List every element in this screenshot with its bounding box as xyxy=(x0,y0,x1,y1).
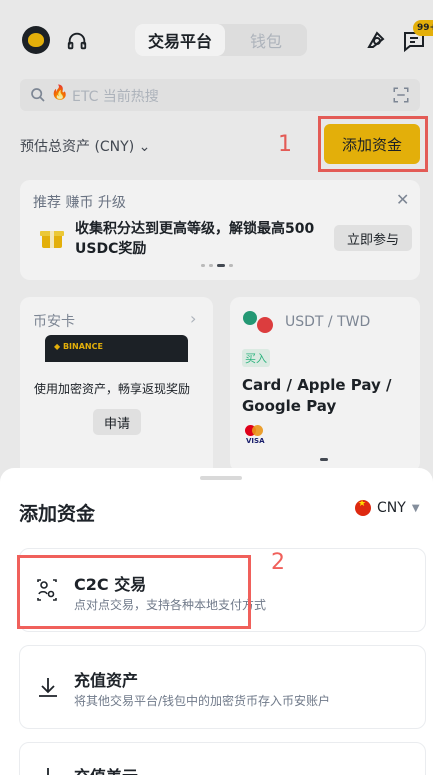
caret-down-icon: ▼ xyxy=(411,502,420,514)
sheet-drag-handle[interactable] xyxy=(200,476,242,480)
download-icon xyxy=(47,768,49,775)
annotation-box-2 xyxy=(17,555,251,629)
china-flag-icon xyxy=(355,499,371,516)
option-deposit-usd-title: 充值美元 xyxy=(74,763,138,775)
download-icon xyxy=(39,678,57,697)
currency-selector[interactable]: CNY ▼ xyxy=(355,499,420,516)
sheet-title: 添加资金 xyxy=(19,503,96,525)
option-deposit-crypto-title: 充值资产 xyxy=(74,671,139,690)
option-deposit-crypto-desc: 将其他交易平台/钱包中的加密货币存入币安账户 xyxy=(74,694,331,708)
annotation-number-2: 2 xyxy=(271,550,285,575)
